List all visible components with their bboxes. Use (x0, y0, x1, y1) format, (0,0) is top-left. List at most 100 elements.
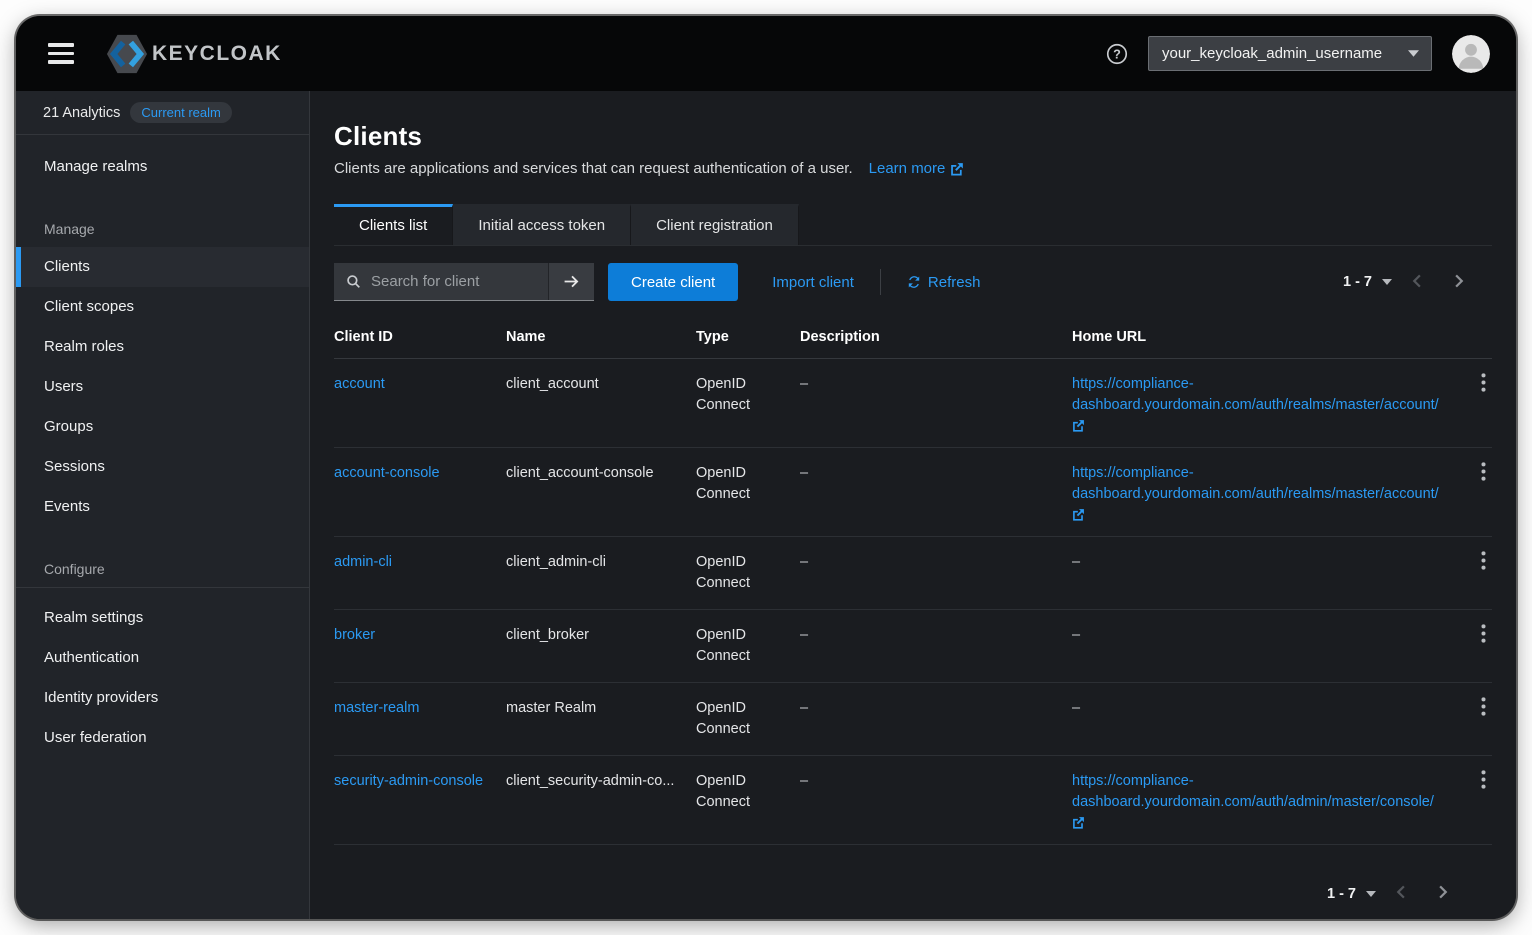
sidebar-item-events[interactable]: Events (16, 487, 309, 527)
client-id-cell: admin-cli (334, 537, 506, 588)
pagination-range-label: 1 - 7 (1327, 886, 1356, 902)
chevron-down-icon (1408, 50, 1419, 57)
table-row: master-realmmaster RealmOpenID Connect–– (334, 683, 1492, 756)
client-id-link[interactable]: account (334, 376, 385, 392)
app-body: 21 Analytics Current realm Manage realms… (16, 91, 1516, 919)
pagination-range-dropdown[interactable]: 1 - 7 (1327, 886, 1376, 902)
external-link-icon[interactable] (1072, 508, 1085, 521)
pagination-bottom-wrap: 1 - 7 (334, 845, 1492, 908)
sidebar-item-authentication[interactable]: Authentication (16, 638, 309, 678)
username-label: your_keycloak_admin_username (1162, 45, 1382, 62)
external-link-icon[interactable] (1072, 419, 1085, 432)
tab-initial-access-token[interactable]: Initial access token (453, 204, 631, 245)
sidebar-item-identity-providers[interactable]: Identity providers (16, 678, 309, 718)
type-cell: OpenID Connect (696, 448, 800, 520)
tab-bar: Clients listInitial access tokenClient r… (334, 204, 1492, 246)
pagination-prev-button[interactable] (1398, 268, 1435, 297)
refresh-button[interactable]: Refresh (889, 263, 999, 301)
pagination-next-button[interactable] (1441, 268, 1478, 297)
column-header-client-id: Client ID (334, 321, 506, 358)
tab-clients-list[interactable]: Clients list (334, 204, 453, 245)
arrow-right-icon (563, 273, 580, 290)
client-id-cell: account (334, 359, 506, 410)
tab-client-registration[interactable]: Client registration (631, 204, 799, 245)
search-input[interactable] (361, 263, 548, 300)
sidebar-item-client-scopes[interactable]: Client scopes (16, 287, 309, 327)
client-id-cell: security-admin-console (334, 756, 506, 807)
column-header-name: Name (506, 321, 696, 358)
search-submit-button[interactable] (548, 263, 594, 300)
keycloak-hexagon-icon (104, 33, 150, 75)
row-actions-kebab-icon[interactable] (1475, 448, 1492, 490)
description-cell: – (800, 756, 1072, 807)
column-header-type: Type (696, 321, 800, 358)
sidebar-item-realm-settings[interactable]: Realm settings (16, 598, 309, 638)
home-url-cell: – (1072, 610, 1456, 661)
name-cell: master Realm (506, 683, 696, 734)
table-body: accountclient_accountOpenID Connect–http… (334, 359, 1492, 845)
row-actions-kebab-icon[interactable] (1475, 756, 1492, 798)
chevron-right-icon (1455, 274, 1464, 288)
sidebar-item-groups[interactable]: Groups (16, 407, 309, 447)
masthead-right: ? your_keycloak_admin_username (1106, 35, 1490, 73)
home-url-link[interactable]: https://compliance-dashboard.yourdomain.… (1072, 465, 1439, 502)
toolbar-divider (880, 269, 881, 295)
row-actions-kebab-icon[interactable] (1475, 610, 1492, 652)
client-id-link[interactable]: broker (334, 627, 375, 643)
name-cell: client_account (506, 359, 696, 410)
client-id-link[interactable]: account-console (334, 465, 440, 481)
page-title: Clients (334, 121, 1492, 152)
help-icon[interactable]: ? (1106, 43, 1128, 65)
pagination-next-button[interactable] (1425, 879, 1462, 908)
chevron-right-icon (1439, 885, 1448, 899)
pagination-prev-button[interactable] (1382, 879, 1419, 908)
row-actions-kebab-icon[interactable] (1475, 537, 1492, 579)
sidebar-item-sessions[interactable]: Sessions (16, 447, 309, 487)
sidebar: 21 Analytics Current realm Manage realms… (16, 91, 310, 919)
description-cell: – (800, 359, 1072, 410)
type-cell: OpenID Connect (696, 756, 800, 828)
sidebar-item-manage-realms[interactable]: Manage realms (16, 147, 309, 187)
sidebar-sections: ManageClientsClient scopesRealm rolesUse… (16, 187, 309, 758)
sidebar-section-divider (16, 587, 309, 588)
pagination-range-dropdown[interactable]: 1 - 7 (1343, 274, 1392, 290)
client-id-link[interactable]: security-admin-console (334, 773, 483, 789)
search-box (334, 263, 594, 301)
column-header-description: Description (800, 321, 1072, 358)
sidebar-item-users[interactable]: Users (16, 367, 309, 407)
refresh-label: Refresh (928, 274, 981, 291)
keycloak-admin-window: KEYCLOAK ? your_keycloak_admin_username (16, 16, 1516, 919)
sidebar-item-realm-roles[interactable]: Realm roles (16, 327, 309, 367)
nav-toggle-button[interactable] (40, 35, 82, 72)
home-url-cell: https://compliance-dashboard.yourdomain.… (1072, 359, 1456, 447)
sidebar-item-user-federation[interactable]: User federation (16, 718, 309, 758)
name-cell: client_account-console (506, 448, 696, 499)
client-id-cell: broker (334, 610, 506, 661)
learn-more-link[interactable]: Learn more (869, 160, 965, 177)
chevron-left-icon (1412, 274, 1421, 288)
sidebar-item-clients[interactable]: Clients (16, 247, 309, 287)
learn-more-label: Learn more (869, 160, 946, 177)
type-cell: OpenID Connect (696, 610, 800, 682)
external-link-icon (950, 162, 964, 176)
realm-name: 21 Analytics (43, 105, 120, 121)
client-id-link[interactable]: master-realm (334, 700, 419, 716)
client-id-cell: master-realm (334, 683, 506, 734)
description-cell: – (800, 610, 1072, 661)
avatar[interactable] (1452, 35, 1490, 73)
realm-switcher[interactable]: 21 Analytics Current realm (16, 91, 309, 135)
row-actions-kebab-icon[interactable] (1475, 683, 1492, 725)
home-url-link[interactable]: https://compliance-dashboard.yourdomain.… (1072, 773, 1434, 810)
row-actions-kebab-icon[interactable] (1475, 359, 1492, 401)
chevron-down-icon (1366, 891, 1376, 897)
client-id-link[interactable]: admin-cli (334, 554, 392, 570)
external-link-icon[interactable] (1072, 816, 1085, 829)
import-client-button[interactable]: Import client (754, 263, 872, 301)
home-url-link[interactable]: https://compliance-dashboard.yourdomain.… (1072, 376, 1439, 413)
username-dropdown[interactable]: your_keycloak_admin_username (1148, 36, 1432, 71)
chevron-left-icon (1396, 885, 1405, 899)
brand-text: KEYCLOAK (152, 42, 282, 66)
refresh-icon (907, 275, 921, 289)
table-header-row: Client IDNameTypeDescriptionHome URL (334, 321, 1492, 359)
create-client-button[interactable]: Create client (608, 263, 738, 301)
